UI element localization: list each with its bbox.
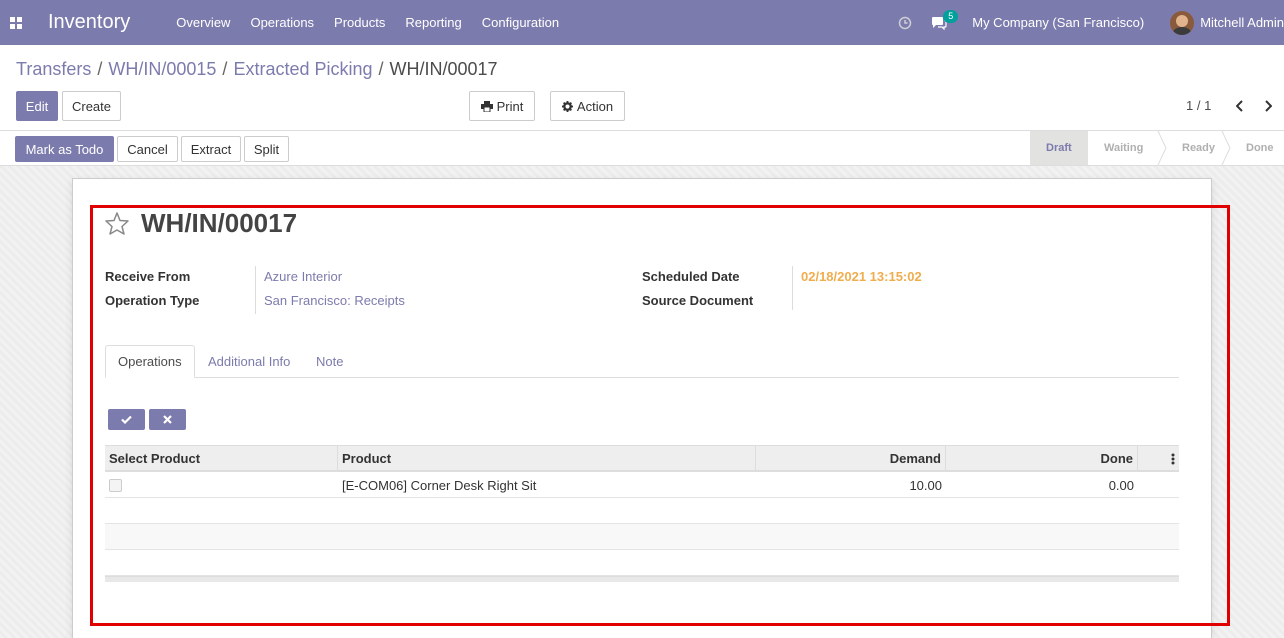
notebook-tabs: Operations Additional Info Note [105,345,1179,378]
col-select-product[interactable]: Select Product [105,446,338,471]
print-button[interactable]: Print [469,91,535,121]
field-divider-right [792,266,793,310]
breadcrumb: Transfers / WH/IN/00015/Extracted Picking /… [16,59,498,79]
empty-row [105,498,1179,524]
record-title: WH/IN/00017 [105,208,297,239]
top-navbar: Inventory Overview Operations Products R… [0,0,1284,45]
optional-columns-icon[interactable] [1138,446,1179,471]
menu-overview[interactable]: Overview [176,15,230,30]
confirm-selection-button[interactable] [108,409,145,430]
empty-row [105,524,1179,550]
action-label: Action [576,98,614,114]
mark-as-todo-button[interactable]: Mark as Todo [15,136,114,162]
source-document-label: Source Document [642,293,754,308]
field-divider-left [255,266,256,314]
pager-next-icon[interactable] [1260,96,1276,116]
menu-configuration[interactable]: Configuration [482,15,559,30]
activity-clock-icon[interactable] [898,16,912,30]
scheduled-date-value[interactable]: 02/18/2021 13:15:02 [801,269,922,284]
apps-menu-icon[interactable] [0,0,32,45]
receive-from-value[interactable]: Azure Interior [264,269,342,284]
user-menu[interactable]: Mitchell Admin [1200,15,1284,30]
pager-previous-icon[interactable] [1232,96,1248,116]
extract-button[interactable]: Extract [181,136,241,162]
breadcrumb-current: WH/IN/00017 [389,59,498,79]
scheduled-date-label: Scheduled Date [642,269,740,284]
tab-note[interactable]: Note [316,345,343,378]
operations-table: Select Product Product Demand Done [E-CO… [105,445,1179,582]
row-checkbox[interactable] [109,478,122,492]
star-icon[interactable] [105,212,129,235]
row-demand: 10.00 [909,477,942,493]
row-done: 0.00 [1108,477,1134,493]
table-footer [105,576,1179,582]
split-button[interactable]: Split [244,136,289,162]
pager-value[interactable]: 1 / 1 [1186,98,1211,113]
check-icon [121,415,132,424]
statusbar: Mark as Todo Cancel Extract Split Draft … [0,131,1284,166]
control-panel: Transfers / WH/IN/00015/Extracted Picking /… [0,45,1284,131]
empty-row [105,550,1179,576]
operation-type-label: Operation Type [105,293,200,308]
create-button[interactable]: Create [62,91,121,121]
row-product: [E-COM06] Corner Desk Right Sit [342,477,537,493]
table-header: Select Product Product Demand Done [105,445,1179,472]
print-label: Print [496,98,524,114]
company-switcher[interactable]: My Company (San Francisco) [972,15,1144,30]
menu-reporting[interactable]: Reporting [405,15,461,30]
col-product[interactable]: Product [338,446,756,471]
tab-additional-info[interactable]: Additional Info [208,345,290,378]
close-icon [163,415,172,424]
col-demand[interactable]: Demand [756,446,946,471]
col-done[interactable]: Done [946,446,1138,471]
app-name[interactable]: Inventory [48,11,130,34]
user-avatar[interactable] [1170,10,1195,35]
breadcrumb-extracted-picking[interactable]: Extracted Picking [233,59,372,79]
receive-from-label: Receive From [105,269,191,284]
breadcrumb-wh-in-00015[interactable]: WH/IN/00015 [108,59,216,79]
operation-type-value[interactable]: San Francisco: Receipts [264,293,405,308]
cancel-button[interactable]: Cancel [117,136,178,162]
menu-products[interactable]: Products [334,15,385,30]
discard-selection-button[interactable] [149,409,186,430]
edit-button[interactable]: Edit [16,91,58,121]
stage-separators [1080,131,1231,165]
messaging-icon[interactable]: 5 [931,9,959,30]
record-name: WH/IN/00017 [141,208,298,238]
action-button[interactable]: Action [550,91,625,121]
menu-operations[interactable]: Operations [250,15,314,30]
print-icon [480,100,493,112]
chat-count-badge: 5 [943,9,959,23]
row-select-cell[interactable] [105,472,338,498]
gear-icon [561,100,573,112]
breadcrumb-transfers[interactable]: Transfers [16,59,91,79]
table-row[interactable]: [E-COM06] Corner Desk Right Sit 10.00 0.… [105,472,1179,498]
tab-operations[interactable]: Operations [105,345,195,378]
